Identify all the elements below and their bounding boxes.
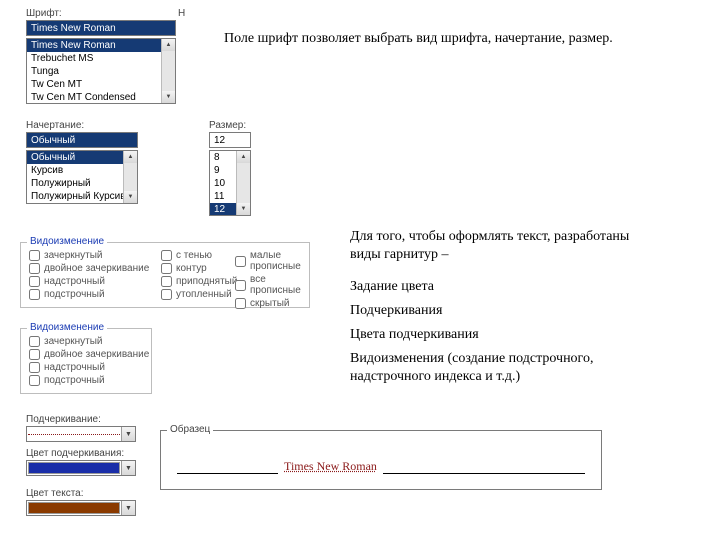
list-item[interactable]: Полужирный (27, 177, 137, 190)
list-item[interactable]: Курсив (27, 164, 137, 177)
list-item[interactable]: Tw Cen MT (27, 78, 175, 91)
list-item[interactable]: Times New Roman (27, 39, 175, 52)
checkbox-item[interactable]: надстрочный (29, 361, 149, 374)
scroll-down-icon[interactable]: ▼ (162, 91, 175, 103)
effects-group-1-title: Видоизменение (27, 236, 107, 247)
checkbox-item[interactable]: зачеркнутый (29, 335, 149, 348)
size-label: Размер: (209, 120, 246, 131)
checkbox-item[interactable]: зачеркнутый (29, 249, 149, 262)
style-hint-dot: Н (178, 8, 185, 19)
preview-baseline (383, 473, 585, 474)
list-item[interactable]: Trebuchet MS (27, 52, 175, 65)
scroll-up-icon[interactable]: ▲ (124, 151, 137, 163)
checkbox-item[interactable]: приподнятый (161, 275, 237, 288)
text-color-swatch (28, 502, 120, 514)
size-listbox[interactable]: 8 9 10 11 12 ▲ ▼ (209, 150, 251, 216)
checkbox-item[interactable]: подстрочный (29, 374, 149, 387)
scroll-down-icon[interactable]: ▼ (124, 191, 137, 203)
size-selected: 12 (210, 133, 250, 147)
font-listbox[interactable]: Times New Roman Trebuchet MS Tunga Tw Ce… (26, 38, 176, 104)
preview-text: Times New Roman (284, 459, 377, 474)
underline-pattern-preview (28, 434, 120, 440)
list-item[interactable]: Tunga (27, 65, 175, 78)
description-top: Поле шрифт позволяет выбрать вид шрифта,… (224, 30, 654, 48)
scrollbar[interactable]: ▲ ▼ (161, 39, 175, 103)
right-text-1: Для того, чтобы оформлять текст, разрабо… (350, 228, 650, 263)
text-color-dropdown[interactable]: ▼ (26, 500, 136, 516)
font-dropdown[interactable]: Times New Roman (26, 20, 176, 36)
checkbox-item[interactable]: двойное зачеркивание (29, 348, 149, 361)
preview-group: Образец Times New Roman (160, 430, 602, 490)
list-item[interactable]: Полужирный Курсив (27, 190, 137, 203)
scroll-up-icon[interactable]: ▲ (162, 39, 175, 51)
checkbox-item[interactable]: контур (161, 262, 237, 275)
checkbox-item[interactable]: надстрочный (29, 275, 149, 288)
chevron-down-icon[interactable]: ▼ (121, 427, 135, 441)
checkbox-item[interactable]: с тенью (161, 249, 237, 262)
font-label: Шрифт: (26, 8, 62, 19)
underline-color-dropdown[interactable]: ▼ (26, 460, 136, 476)
size-dropdown[interactable]: 12 (209, 132, 251, 148)
checkbox-item[interactable]: скрытый (235, 297, 309, 310)
effects-group-2: Видоизменение зачеркнутый двойное зачерк… (20, 328, 152, 394)
list-item[interactable]: Tw Cen MT Condensed (27, 91, 175, 104)
checkbox-item[interactable]: малые прописные (235, 249, 309, 273)
right-text-3: Подчеркивания (350, 302, 442, 320)
scrollbar[interactable]: ▲ ▼ (123, 151, 137, 203)
scrollbar[interactable]: ▲ ▼ (236, 151, 250, 215)
right-text-4: Цвета подчеркивания (350, 326, 479, 344)
underline-style-dropdown[interactable]: ▼ (26, 426, 136, 442)
preview-title: Образец (167, 424, 213, 435)
chevron-down-icon[interactable]: ▼ (121, 501, 135, 515)
checkbox-item[interactable]: утопленный (161, 288, 237, 301)
style-listbox[interactable]: Обычный Курсив Полужирный Полужирный Кур… (26, 150, 138, 204)
scroll-down-icon[interactable]: ▼ (237, 203, 250, 215)
underline-label: Подчеркивание: (26, 414, 101, 425)
font-selected: Times New Roman (27, 21, 175, 35)
scroll-up-icon[interactable]: ▲ (237, 151, 250, 163)
style-dropdown[interactable]: Обычный (26, 132, 138, 148)
list-item[interactable]: Обычный (27, 151, 137, 164)
effects-group-1: Видоизменение зачеркнутый двойное зачерк… (20, 242, 310, 308)
chevron-down-icon[interactable]: ▼ (121, 461, 135, 475)
right-text-2: Задание цвета (350, 278, 434, 296)
checkbox-item[interactable]: двойное зачеркивание (29, 262, 149, 275)
style-label: Начертание: (26, 120, 84, 131)
underline-color-swatch (28, 462, 120, 474)
text-color-label: Цвет текста: (26, 488, 84, 499)
right-text-5: Видоизменения (создание подстрочного, на… (350, 350, 670, 385)
preview-baseline (177, 473, 278, 474)
effects-group-2-title: Видоизменение (27, 322, 107, 333)
checkbox-item[interactable]: все прописные (235, 273, 309, 297)
underline-color-label: Цвет подчеркивания: (26, 448, 124, 459)
style-selected: Обычный (27, 133, 137, 147)
checkbox-item[interactable]: подстрочный (29, 288, 149, 301)
